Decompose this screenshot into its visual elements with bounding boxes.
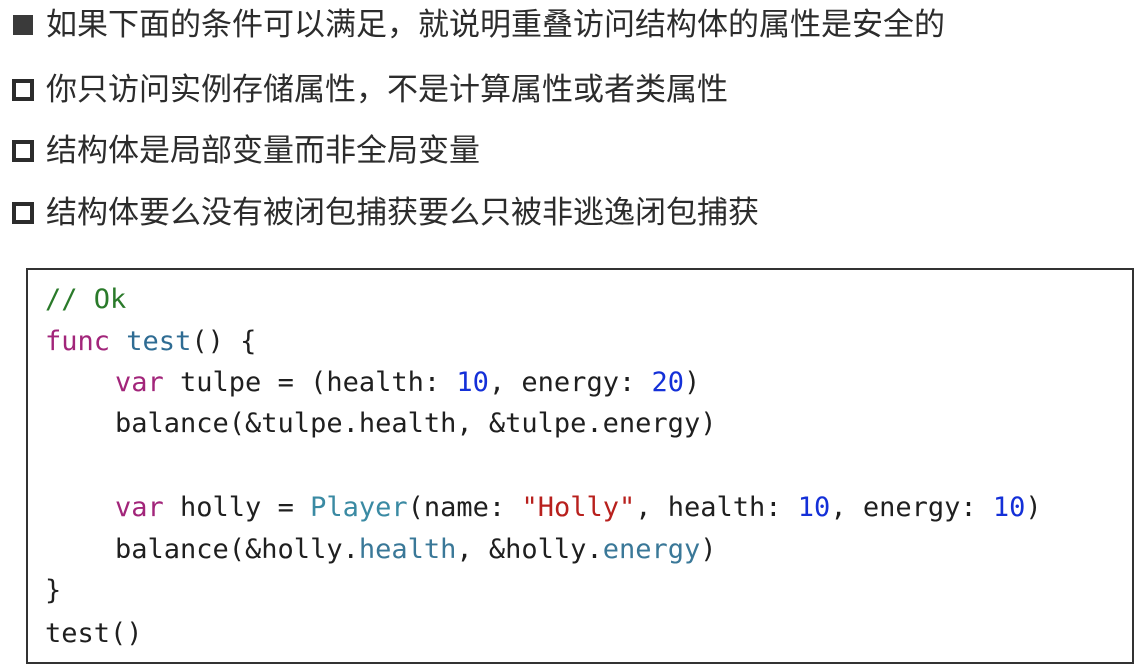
code-keyword: func — [45, 326, 111, 357]
code-text: () { — [191, 326, 257, 357]
code-number: 10 — [456, 367, 489, 398]
code-line: func test() { — [45, 322, 256, 362]
code-text: } — [45, 575, 62, 606]
code-comment: // Ok — [45, 284, 127, 315]
bullet-item-3: 结构体是局部变量而非全局变量 — [10, 129, 480, 173]
code-text: test() — [45, 618, 143, 649]
code-line: var tulpe = (health: 10, energy: 20) — [45, 363, 700, 403]
hollow-square-bullet-icon — [12, 140, 34, 162]
code-function-name: test — [126, 326, 192, 357]
code-line: } — [45, 571, 61, 611]
code-line: // Ok — [45, 280, 126, 320]
code-string: "Holly" — [521, 492, 636, 523]
code-block: // Ok func test() { var tulpe = (health:… — [26, 268, 1134, 664]
code-text: balance(&tulpe.health, &tulpe.energy) — [115, 408, 717, 439]
code-text: (name: — [407, 492, 522, 523]
filled-square-bullet-icon — [13, 15, 33, 35]
bullet-text-2: 你只访问实例存储属性，不是计算属性或者类属性 — [46, 72, 728, 108]
code-text: ) — [683, 367, 701, 398]
code-text: balance(&holly. — [115, 534, 359, 565]
bullet-text-1: 如果下面的条件可以满足，就说明重叠访问结构体的属性是安全的 — [46, 7, 945, 43]
code-number: 20 — [651, 367, 684, 398]
bullet-item-2: 你只访问实例存储属性，不是计算属性或者类属性 — [10, 68, 728, 112]
code-line: balance(&holly.health, &holly.energy) — [45, 530, 717, 570]
code-text: ) — [1025, 492, 1042, 523]
code-text: , energy: — [830, 492, 993, 523]
code-property: energy — [602, 534, 701, 565]
code-type-name: Player — [310, 492, 408, 523]
bullet-text-3: 结构体是局部变量而非全局变量 — [46, 133, 480, 169]
code-line: balance(&tulpe.health, &tulpe.energy) — [45, 404, 716, 444]
code-text: , &holly. — [456, 534, 603, 565]
code-number: 10 — [797, 492, 831, 523]
code-text: , health: — [635, 492, 798, 523]
code-text: holly = — [163, 492, 311, 523]
code-line: test() — [45, 614, 143, 654]
code-text: ) — [700, 534, 717, 565]
code-property: health — [358, 534, 457, 565]
code-line: var holly = Player(name: "Holly", health… — [45, 488, 1042, 528]
code-number: 10 — [992, 492, 1026, 523]
hollow-square-bullet-icon — [12, 202, 34, 224]
code-keyword: var — [115, 492, 164, 523]
code-text: , energy: — [488, 367, 652, 398]
code-keyword: var — [115, 367, 164, 398]
hollow-square-bullet-icon — [12, 79, 34, 101]
bullet-item-1: 如果下面的条件可以满足，就说明重叠访问结构体的属性是安全的 — [10, 3, 945, 47]
bullet-text-4: 结构体要么没有被闭包捕获要么只被非逃逸闭包捕获 — [46, 195, 759, 231]
code-text: tulpe = (health: — [163, 367, 457, 398]
bullet-item-4: 结构体要么没有被闭包捕获要么只被非逃逸闭包捕获 — [10, 191, 759, 235]
